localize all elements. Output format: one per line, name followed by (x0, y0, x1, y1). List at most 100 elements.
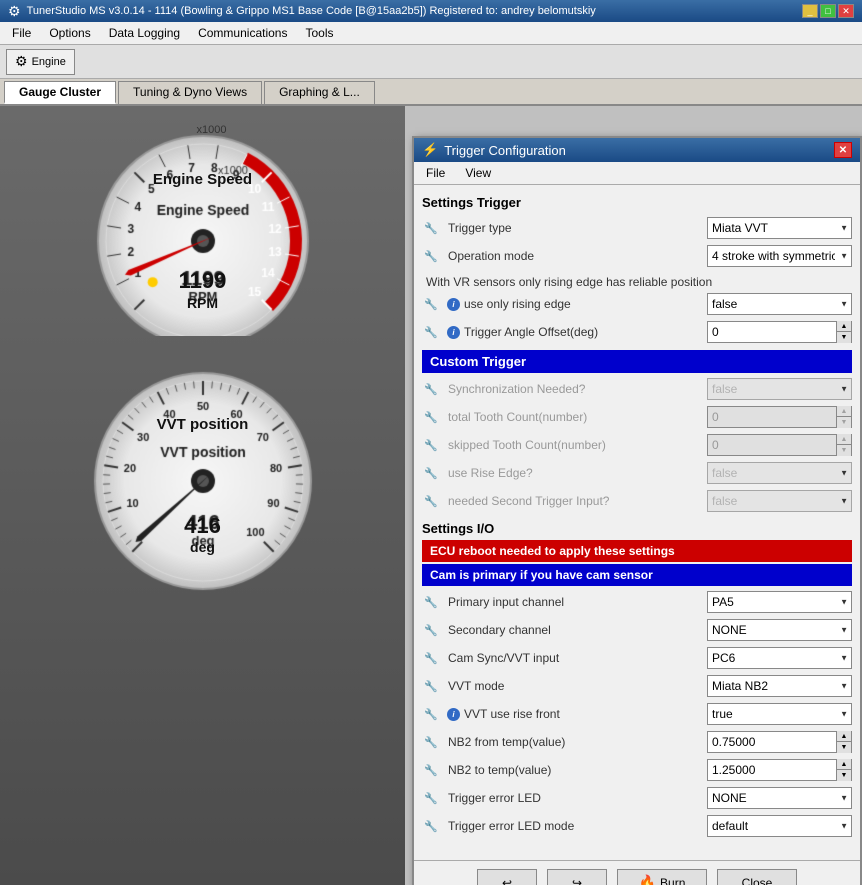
rising-edge-select[interactable]: false true (707, 293, 852, 315)
secondary-channel-label: Secondary channel (444, 623, 707, 637)
title-bar: ⚙ TunerStudio MS v3.0.14 - 1114 (Bowling… (0, 0, 862, 22)
secondary-channel-row: 🔧 Secondary channel NONE ▼ (422, 618, 852, 642)
nb2-to-input-wrapper: ▲ ▼ (707, 759, 852, 781)
trigger-angle-input-wrapper: ▲ ▼ (707, 321, 852, 343)
alert-ecu-reboot: ECU reboot needed to apply these setting… (422, 540, 852, 562)
wrench-icon-6: 🔧 (422, 408, 440, 426)
engine-speed-gauge: x1000 Engine Speed 1199 RPM (15, 116, 390, 336)
nb2-from-input[interactable] (708, 732, 836, 752)
nb2-to-input[interactable] (708, 760, 836, 780)
engine-speed-value: 1199 (179, 268, 227, 294)
sync-needed-label: Synchronization Needed? (444, 382, 707, 396)
operation-mode-select[interactable]: 4 stroke with symmetrical crank (707, 245, 852, 267)
operation-mode-select-wrapper: 4 stroke with symmetrical crank ▼ (707, 245, 852, 267)
vvt-title: VVT position (157, 416, 249, 433)
tab-gauge-cluster[interactable]: Gauge Cluster (4, 81, 116, 104)
cam-sync-select[interactable]: PC6 (707, 647, 852, 669)
rising-edge-row: 🔧 i use only rising edge false true ▼ (422, 292, 852, 316)
wrench-icon-4: 🔧 (422, 323, 440, 341)
wrench-icon-14: 🔧 (422, 705, 440, 723)
dialog-menu-file[interactable]: File (418, 164, 453, 182)
wrench-icon-16: 🔧 (422, 761, 440, 779)
sync-needed-select: false (707, 378, 852, 400)
vvt-mode-select[interactable]: Miata NB2 (707, 675, 852, 697)
dialog-close-button[interactable]: ✕ (834, 142, 852, 158)
wrench-icon-11: 🔧 (422, 621, 440, 639)
vr-sensor-note: With VR sensors only rising edge has rel… (422, 272, 852, 292)
info-icon-3[interactable]: i (447, 708, 460, 721)
rise-edge-label: use Rise Edge? (444, 466, 707, 480)
engine-toolbar-btn[interactable]: ⚙ Engine (6, 49, 75, 75)
tab-tuning-dyno[interactable]: Tuning & Dyno Views (118, 81, 262, 104)
minimize-button[interactable]: _ (802, 4, 818, 18)
nb2-from-down[interactable]: ▼ (837, 742, 851, 753)
skipped-tooth-down: ▼ (837, 445, 851, 456)
undo-icon: ↩ (502, 876, 512, 885)
gear-icon: ⚙ (15, 53, 28, 70)
nb2-to-up[interactable]: ▲ (837, 759, 851, 770)
menu-tools[interactable]: Tools (297, 24, 341, 42)
engine-label: Engine (32, 56, 66, 68)
vvt-unit: deg (190, 539, 215, 555)
trigger-type-row: 🔧 Trigger type Miata VVT ▼ (422, 216, 852, 240)
info-icon-1[interactable]: i (447, 298, 460, 311)
cam-sync-wrapper: PC6 ▼ (707, 647, 852, 669)
alert-cam-primary: Cam is primary if you have cam sensor (422, 564, 852, 586)
vvt-position-canvas (15, 351, 390, 591)
close-app-button[interactable]: ✕ (838, 4, 854, 18)
skipped-tooth-input-wrapper: ▲ ▼ (707, 434, 852, 456)
nb2-from-label: NB2 from temp(value) (444, 735, 707, 749)
trigger-error-mode-select[interactable]: default (707, 815, 852, 837)
undo-button[interactable]: ↩ (477, 869, 537, 885)
info-icon-2[interactable]: i (447, 326, 460, 339)
trigger-angle-down[interactable]: ▼ (837, 332, 851, 343)
nb2-from-input-wrapper: ▲ ▼ (707, 731, 852, 753)
wrench-icon-13: 🔧 (422, 677, 440, 695)
menu-data-logging[interactable]: Data Logging (101, 24, 188, 42)
nb2-from-row: 🔧 NB2 from temp(value) ▲ ▼ (422, 730, 852, 754)
dialog-title-icon: ⚡ (422, 142, 438, 158)
skipped-tooth-row: 🔧 skipped Tooth Count(number) ▲ ▼ (422, 433, 852, 457)
primary-input-select[interactable]: PA5 (707, 591, 852, 613)
second-trigger-row: 🔧 needed Second Trigger Input? false ▼ (422, 489, 852, 513)
dialog-title-text: Trigger Configuration (444, 143, 566, 158)
vvt-rise-front-select[interactable]: true false (707, 703, 852, 725)
settings-io-header: Settings I/O (422, 521, 852, 536)
dialog-menu-view[interactable]: View (457, 164, 499, 182)
tab-graphing[interactable]: Graphing & L... (264, 81, 375, 104)
nb2-to-down[interactable]: ▼ (837, 770, 851, 781)
redo-button[interactable]: ↪ (547, 869, 607, 885)
trigger-angle-input[interactable] (708, 322, 836, 342)
burn-button[interactable]: 🔥 Burn (617, 869, 707, 885)
dialog-title-bar: ⚡ Trigger Configuration ✕ (414, 138, 860, 162)
close-label: Close (742, 876, 773, 885)
trigger-type-select[interactable]: Miata VVT (707, 217, 852, 239)
skipped-tooth-up: ▲ (837, 434, 851, 445)
total-tooth-up: ▲ (837, 406, 851, 417)
wrench-icon-17: 🔧 (422, 789, 440, 807)
nb2-from-up[interactable]: ▲ (837, 731, 851, 742)
tab-bar: Gauge Cluster Tuning & Dyno Views Graphi… (0, 79, 862, 106)
vvt-mode-row: 🔧 VVT mode Miata NB2 ▼ (422, 674, 852, 698)
dialog-buttons: ↩ ↪ 🔥 Burn Close (414, 860, 860, 885)
nb2-to-label: NB2 to temp(value) (444, 763, 707, 777)
trigger-error-led-select[interactable]: NONE (707, 787, 852, 809)
trigger-angle-up[interactable]: ▲ (837, 321, 851, 332)
vvt-rise-front-label: VVT use rise front (460, 707, 707, 721)
vvt-mode-label: VVT mode (444, 679, 707, 693)
close-button[interactable]: Close (717, 869, 797, 885)
primary-input-label: Primary input channel (444, 595, 707, 609)
app-wrapper: ⚙ TunerStudio MS v3.0.14 - 1114 (Bowling… (0, 0, 862, 885)
wrench-icon-9: 🔧 (422, 492, 440, 510)
dialog-content: Settings Trigger 🔧 Trigger type Miata VV… (414, 185, 860, 860)
sync-needed-wrapper: false ▼ (707, 378, 852, 400)
menu-options[interactable]: Options (41, 24, 98, 42)
custom-trigger-header: Custom Trigger (422, 350, 852, 373)
secondary-channel-select[interactable]: NONE (707, 619, 852, 641)
second-trigger-select: false (707, 490, 852, 512)
primary-input-wrapper: PA5 ▼ (707, 591, 852, 613)
menu-file[interactable]: File (4, 24, 39, 42)
rise-edge-row: 🔧 use Rise Edge? false ▼ (422, 461, 852, 485)
menu-communications[interactable]: Communications (190, 24, 295, 42)
maximize-button[interactable]: □ (820, 4, 836, 18)
